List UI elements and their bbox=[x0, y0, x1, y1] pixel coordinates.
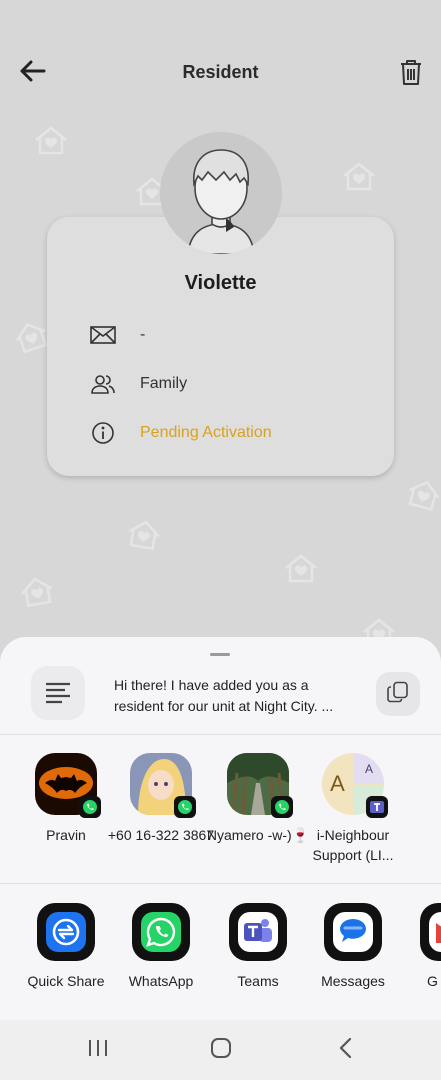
messages-icon bbox=[324, 903, 382, 961]
app-quick-share[interactable]: Quick Share bbox=[16, 903, 116, 989]
contact-pravin[interactable]: Pravin bbox=[11, 753, 121, 845]
quick-share-icon bbox=[37, 903, 95, 961]
divider bbox=[0, 883, 441, 884]
app-whatsapp[interactable]: WhatsApp bbox=[111, 903, 211, 989]
contact-name: i-Neighbour Support (LI... bbox=[312, 827, 394, 863]
status-value: Pending Activation bbox=[140, 424, 272, 441]
delete-button[interactable] bbox=[395, 58, 427, 90]
share-preview-text: Hi there! I have added you as a resident… bbox=[114, 677, 334, 714]
avatar-letter: A bbox=[322, 753, 353, 815]
status-row: Pending Activation bbox=[89, 421, 272, 445]
home-icon bbox=[210, 1037, 232, 1064]
avatar bbox=[35, 753, 101, 818]
email-value: - bbox=[140, 326, 146, 343]
teams-icon bbox=[366, 796, 388, 818]
app-label: Quick Share bbox=[27, 973, 105, 989]
teams-icon bbox=[229, 903, 287, 961]
info-icon bbox=[89, 421, 117, 445]
house-pattern-icon bbox=[282, 552, 320, 584]
relation-value: Family bbox=[140, 375, 188, 392]
whatsapp-icon bbox=[271, 796, 293, 818]
contact-name: Nyamero -w-)🍷 bbox=[206, 827, 310, 843]
app-teams[interactable]: Teams bbox=[208, 903, 308, 989]
whatsapp-icon bbox=[132, 903, 190, 961]
app-label: WhatsApp bbox=[128, 973, 194, 989]
text-lines-icon bbox=[31, 666, 85, 720]
house-pattern-icon bbox=[16, 572, 59, 610]
house-pattern-icon bbox=[340, 160, 378, 192]
avatar: A A bbox=[322, 753, 388, 818]
app-label: Messages bbox=[321, 973, 385, 989]
house-pattern-icon bbox=[402, 474, 441, 515]
sheet-drag-handle[interactable] bbox=[210, 653, 230, 656]
relation-row: Family bbox=[89, 372, 187, 396]
copy-icon bbox=[387, 681, 409, 708]
app-messages[interactable]: Messages bbox=[303, 903, 403, 989]
avatar bbox=[130, 753, 196, 818]
gmail-icon bbox=[420, 903, 441, 961]
recents-button[interactable] bbox=[84, 1037, 112, 1063]
avatar bbox=[227, 753, 293, 818]
resident-card: Violette - Family Pending Activation bbox=[47, 217, 394, 476]
envelope-icon bbox=[89, 323, 117, 347]
avatar-letter: A bbox=[354, 753, 384, 784]
contact-phone[interactable]: +60 16-322 3867 bbox=[106, 753, 216, 845]
house-pattern-icon bbox=[123, 515, 166, 553]
recents-icon bbox=[87, 1038, 109, 1063]
page-title: Resident bbox=[182, 62, 259, 82]
contact-nyamero[interactable]: Nyamero -w-)🍷 bbox=[203, 753, 313, 845]
system-navbar bbox=[0, 1020, 441, 1080]
contact-name: Pravin bbox=[46, 827, 86, 843]
avatar bbox=[160, 132, 282, 254]
app-label: Teams bbox=[237, 973, 279, 989]
copy-button[interactable] bbox=[376, 672, 420, 716]
contact-i-neighbour-support[interactable]: A A i-Neighbour Support (LI... bbox=[298, 753, 408, 865]
contact-name: +60 16-322 3867 bbox=[107, 827, 215, 843]
whatsapp-icon bbox=[79, 796, 101, 818]
avatar-illustration-icon bbox=[160, 132, 282, 254]
email-row: - bbox=[89, 323, 145, 347]
users-icon bbox=[89, 372, 117, 396]
app-gmail[interactable]: G bbox=[398, 903, 441, 989]
app-header: Resident bbox=[0, 0, 441, 150]
whatsapp-icon bbox=[174, 796, 196, 818]
share-sheet: Hi there! I have added you as a resident… bbox=[0, 637, 441, 1020]
resident-name: Violette bbox=[184, 272, 257, 294]
system-back-button[interactable] bbox=[331, 1037, 359, 1063]
back-chevron-icon bbox=[338, 1037, 352, 1064]
trash-icon bbox=[399, 58, 423, 91]
home-button[interactable] bbox=[207, 1037, 235, 1063]
app-label: G bbox=[427, 973, 438, 989]
divider bbox=[0, 734, 441, 735]
